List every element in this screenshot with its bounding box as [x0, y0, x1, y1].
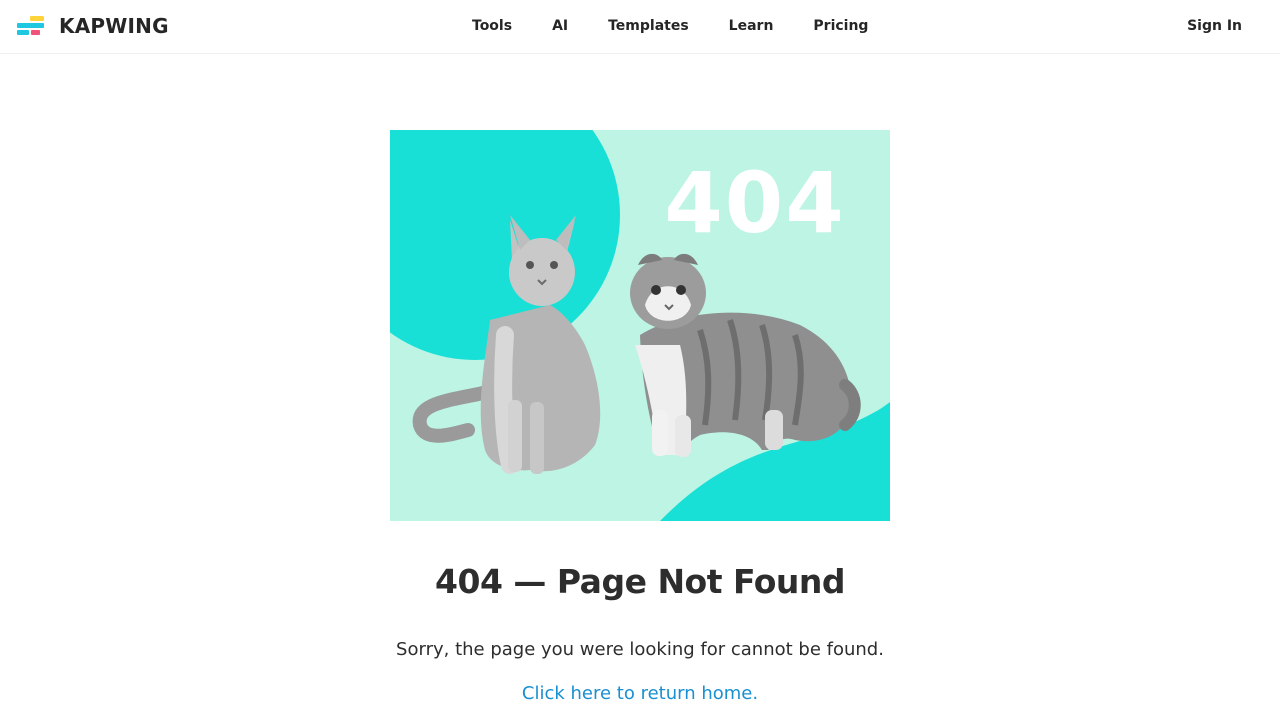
nav-item-tools[interactable]: Tools	[472, 18, 512, 38]
badge-404-text: 404	[664, 154, 845, 252]
kapwing-logo-icon	[17, 16, 45, 36]
nav-item-templates[interactable]: Templates	[608, 18, 689, 38]
404-illustration: 404	[390, 130, 890, 521]
nav-item-pricing[interactable]: Pricing	[813, 18, 868, 38]
return-home-container: Click here to return home.	[0, 683, 1280, 704]
sign-in-link[interactable]: Sign In	[1187, 18, 1242, 34]
nav-item-ai[interactable]: AI	[552, 18, 568, 38]
return-home-link[interactable]: Click here to return home.	[522, 683, 758, 704]
not-found-message: Sorry, the page you were looking for can…	[396, 639, 884, 660]
kapwing-logo[interactable]: KAPWING	[17, 14, 169, 38]
nav-item-learn[interactable]: Learn	[729, 18, 774, 38]
brand-name: KAPWING	[59, 14, 169, 38]
top-nav-bar: KAPWING Tools AI Templates Learn Pricing…	[0, 0, 1280, 54]
404-illustration-svg: 404	[390, 130, 890, 521]
main-nav: Tools AI Templates Learn Pricing	[472, 18, 868, 38]
page-title: 404 — Page Not Found	[435, 562, 845, 601]
